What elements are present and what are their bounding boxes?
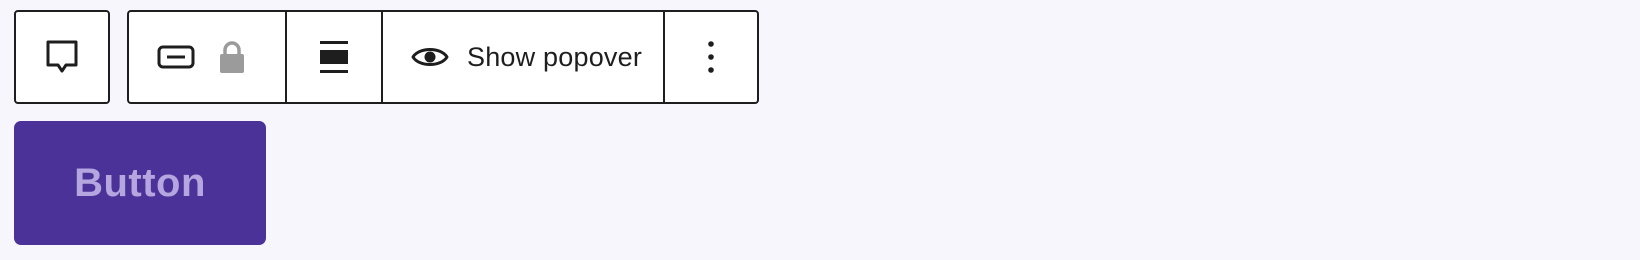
primary-button[interactable]: Button bbox=[14, 121, 266, 245]
toolbar-group-main: Show popover bbox=[127, 10, 759, 104]
toolbar-group-comment bbox=[14, 10, 110, 104]
comment-bubble-icon bbox=[45, 39, 79, 75]
block-toolbar: Show popover bbox=[14, 10, 759, 104]
comment-button[interactable] bbox=[16, 12, 108, 102]
vertical-ellipsis-icon bbox=[707, 40, 715, 74]
align-justify-icon bbox=[319, 40, 349, 74]
lock-icon bbox=[219, 40, 245, 74]
show-popover-label: Show popover bbox=[467, 41, 643, 72]
block-type-button[interactable] bbox=[129, 12, 285, 102]
button-block-icon bbox=[157, 45, 195, 69]
eye-icon bbox=[411, 44, 449, 70]
align-button[interactable] bbox=[285, 12, 381, 102]
more-options-button[interactable] bbox=[663, 12, 757, 102]
show-popover-button[interactable]: Show popover bbox=[381, 12, 663, 102]
